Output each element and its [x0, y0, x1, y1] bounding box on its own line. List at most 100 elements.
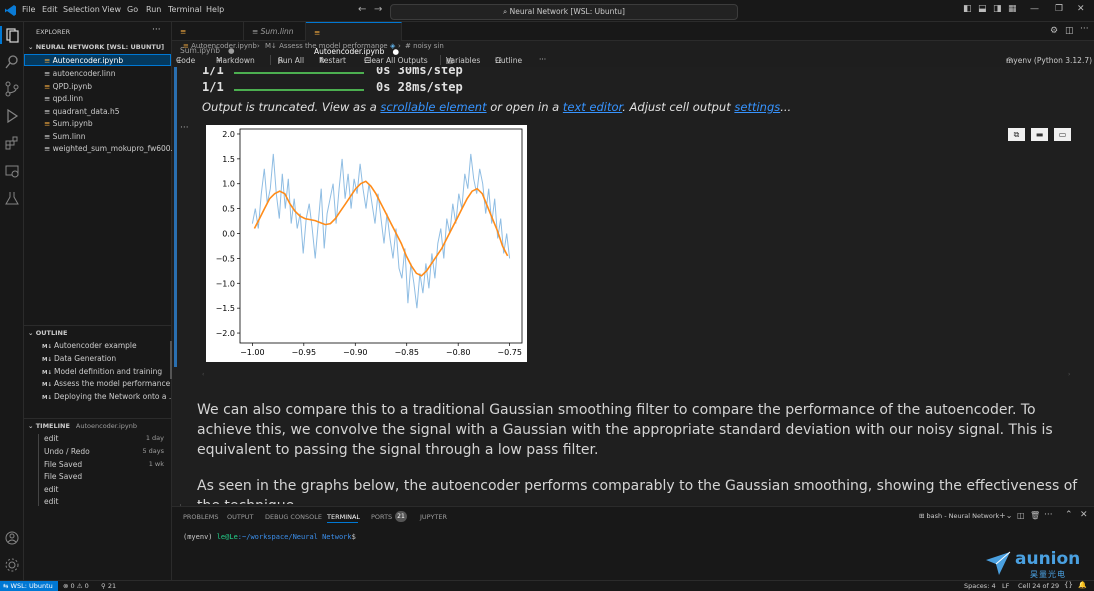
extensions-icon[interactable]	[4, 135, 20, 151]
timeline-entry[interactable]: edit	[44, 485, 58, 494]
file-qpd-linn[interactable]: ≡ qpd.linn	[44, 94, 83, 103]
account-icon[interactable]	[4, 530, 20, 546]
breadcrumb-section[interactable]: M↓ Assess the model performance	[265, 42, 388, 50]
file-autoencoder-linn[interactable]: ≡ autoencoder.linn	[44, 69, 115, 78]
toggle-secondary-sidebar-icon[interactable]: ◨	[993, 4, 1002, 14]
search-icon[interactable]	[4, 54, 20, 70]
markdown-paragraph-1: We can also compare this to a traditiona…	[197, 402, 1053, 458]
settings-link[interactable]: settings	[734, 100, 780, 114]
tab-output[interactable]: OUTPUT	[227, 513, 254, 521]
tab-terminal[interactable]: TERMINAL	[327, 513, 360, 521]
more-actions-icon[interactable]: ···	[1080, 24, 1089, 34]
menu-file[interactable]: File	[22, 5, 35, 14]
timeline-entry[interactable]: File Saved	[44, 460, 82, 469]
toggle-panel-icon[interactable]: ⬓	[978, 4, 987, 14]
file-autoencoder-ipynb[interactable]: ≡ Autoencoder.ipynb	[44, 56, 123, 65]
remote-explorer-icon[interactable]	[4, 163, 20, 179]
outline-item[interactable]: M↓ Model definition and training	[42, 367, 162, 376]
active-tab-underline	[327, 522, 358, 523]
mime-type-icon[interactable]: ▬	[1031, 128, 1048, 141]
timeline-header[interactable]: ⌄ TIMELINE Autoencoder.ipynb	[28, 422, 137, 430]
timeline-entry[interactable]: edit	[44, 497, 58, 506]
notebook-icon: ≡	[44, 119, 53, 128]
plot-frame	[239, 128, 523, 344]
output-more-icon[interactable]: ···	[180, 123, 189, 133]
truncation-message: Output is truncated. View as a scrollabl…	[202, 100, 792, 114]
scrollable-element-link[interactable]: scrollable element	[380, 100, 486, 114]
outline-item[interactable]: M↓ Data Generation	[42, 354, 116, 363]
breadcrumb-heading[interactable]: # noisy sin	[405, 42, 444, 50]
menu-help[interactable]: Help	[206, 5, 224, 14]
testing-icon[interactable]	[4, 190, 20, 206]
forward-arrow-icon[interactable]: →	[374, 4, 382, 15]
file-sum-ipynb[interactable]: ≡ Sum.ipynb	[44, 119, 93, 128]
folder-header[interactable]: ⌄ NEURAL NETWORK [WSL: UBUNTU]	[28, 43, 164, 51]
tab-debug-console[interactable]: DEBUG CONSOLE	[265, 513, 322, 521]
more-actions-icon[interactable]: ···	[539, 55, 546, 64]
customize-layout-icon[interactable]: ▦	[1008, 4, 1017, 14]
new-terminal-icon[interactable]: +⌄	[999, 511, 1012, 520]
menu-terminal[interactable]: Terminal	[168, 5, 202, 14]
eol-status[interactable]: LF	[1002, 582, 1009, 590]
command-center-search[interactable]: ⌕ Neural Network [WSL: Ubuntu]	[390, 4, 738, 20]
source-control-icon[interactable]	[4, 81, 20, 97]
editor-tabs: ≡ Sum.ipynb ● ≡ Sum.linn ≡ Autoencoder.ip…	[172, 22, 1094, 56]
tab-problems[interactable]: PROBLEMS	[183, 513, 218, 521]
menu-go[interactable]: Go	[127, 5, 138, 14]
terminal-selector[interactable]: ⊞ bash - Neural Network	[919, 512, 999, 520]
timeline-entry[interactable]: Undo / Redo	[44, 447, 90, 456]
copy-output-icon[interactable]: ⧉	[1008, 128, 1025, 141]
restore-icon[interactable]: ❐	[1055, 4, 1063, 14]
menu-edit[interactable]: Edit	[42, 5, 58, 14]
toggle-sidebar-icon[interactable]: ◧	[963, 4, 972, 14]
remote-indicator[interactable]: ⇆ WSL: Ubuntu	[0, 581, 58, 591]
notebook-braces-icon[interactable]: {}	[1064, 581, 1073, 589]
file-quadrant-data[interactable]: ≡ quadrant_data.h5	[44, 107, 119, 116]
tab-autoencoder-ipynb[interactable]: ≡ Autoencoder.ipynb ●	[306, 22, 402, 56]
problems-count[interactable]: ⊗ 0 ⚠ 0	[63, 582, 89, 590]
scroll-right-icon[interactable]: ›	[1068, 371, 1070, 378]
settings-gear-icon[interactable]: ⚙	[1050, 26, 1058, 36]
timeline-entry[interactable]: File Saved	[44, 472, 82, 481]
minimize-icon[interactable]: —	[1030, 4, 1039, 14]
file-sum-linn[interactable]: ≡ Sum.linn	[44, 132, 86, 141]
file-qpd-ipynb[interactable]: ≡ QPD.ipynb	[44, 82, 92, 91]
breadcrumb-file[interactable]: ≡ Autoencoder.ipynb	[183, 42, 257, 50]
outline-item[interactable]: M↓ Autoencoder example	[42, 341, 137, 350]
close-icon[interactable]: ✕	[1077, 4, 1085, 14]
menu-run[interactable]: Run	[146, 5, 161, 14]
progress-bar	[234, 72, 364, 74]
timeline-entry[interactable]: edit	[44, 434, 58, 443]
chevron-down-icon: ⌄	[28, 422, 36, 430]
outline-item[interactable]: M↓ Assess the model performance	[42, 379, 170, 388]
cell-position-status[interactable]: Cell 24 of 29	[1018, 582, 1059, 590]
tab-ports[interactable]: PORTS	[371, 513, 392, 521]
tab-sum-linn[interactable]: ≡ Sum.linn	[244, 22, 306, 41]
trash-icon[interactable]: 🗑	[1030, 511, 1040, 520]
notifications-bell-icon[interactable]: 🔔	[1078, 581, 1087, 589]
split-editor-icon[interactable]: ◫	[1065, 26, 1074, 36]
scroll-left-icon[interactable]: ‹	[202, 371, 204, 378]
gear-icon[interactable]	[4, 557, 20, 573]
menu-view[interactable]: View	[102, 5, 121, 14]
tab-jupyter[interactable]: JUPYTER	[420, 513, 447, 521]
outline-header[interactable]: ⌄ OUTLINE	[28, 329, 67, 337]
tab-sum-ipynb[interactable]: ≡ Sum.ipynb ●	[172, 22, 244, 55]
cell-focus-indicator	[174, 67, 177, 367]
file-weighted-sum-tar[interactable]: ≡ weighted_sum_mokupro_fw600.tar	[44, 144, 184, 153]
more-actions-icon[interactable]: ···	[1044, 510, 1053, 520]
explorer-icon[interactable]	[4, 27, 20, 43]
text-editor-link[interactable]: text editor	[563, 100, 622, 114]
terminal-prompt[interactable]: (myenv) le@Le:~/workspace/Neural Network…	[183, 533, 356, 541]
outline-item[interactable]: M↓ Deploying the Network onto a ...	[42, 392, 176, 401]
close-panel-icon[interactable]: ✕	[1080, 510, 1088, 520]
split-terminal-icon[interactable]: ◫	[1017, 511, 1025, 520]
back-arrow-icon[interactable]: ←	[358, 4, 366, 15]
save-output-icon[interactable]: ▭	[1054, 128, 1071, 141]
ports-count[interactable]: ⚲ 21	[101, 582, 116, 590]
more-actions-icon[interactable]: ···	[152, 25, 161, 35]
run-debug-icon[interactable]	[4, 108, 20, 124]
indentation-status[interactable]: Spaces: 4	[964, 582, 996, 590]
maximize-panel-icon[interactable]: ⌃	[1065, 510, 1073, 520]
menu-selection[interactable]: Selection	[63, 5, 100, 14]
